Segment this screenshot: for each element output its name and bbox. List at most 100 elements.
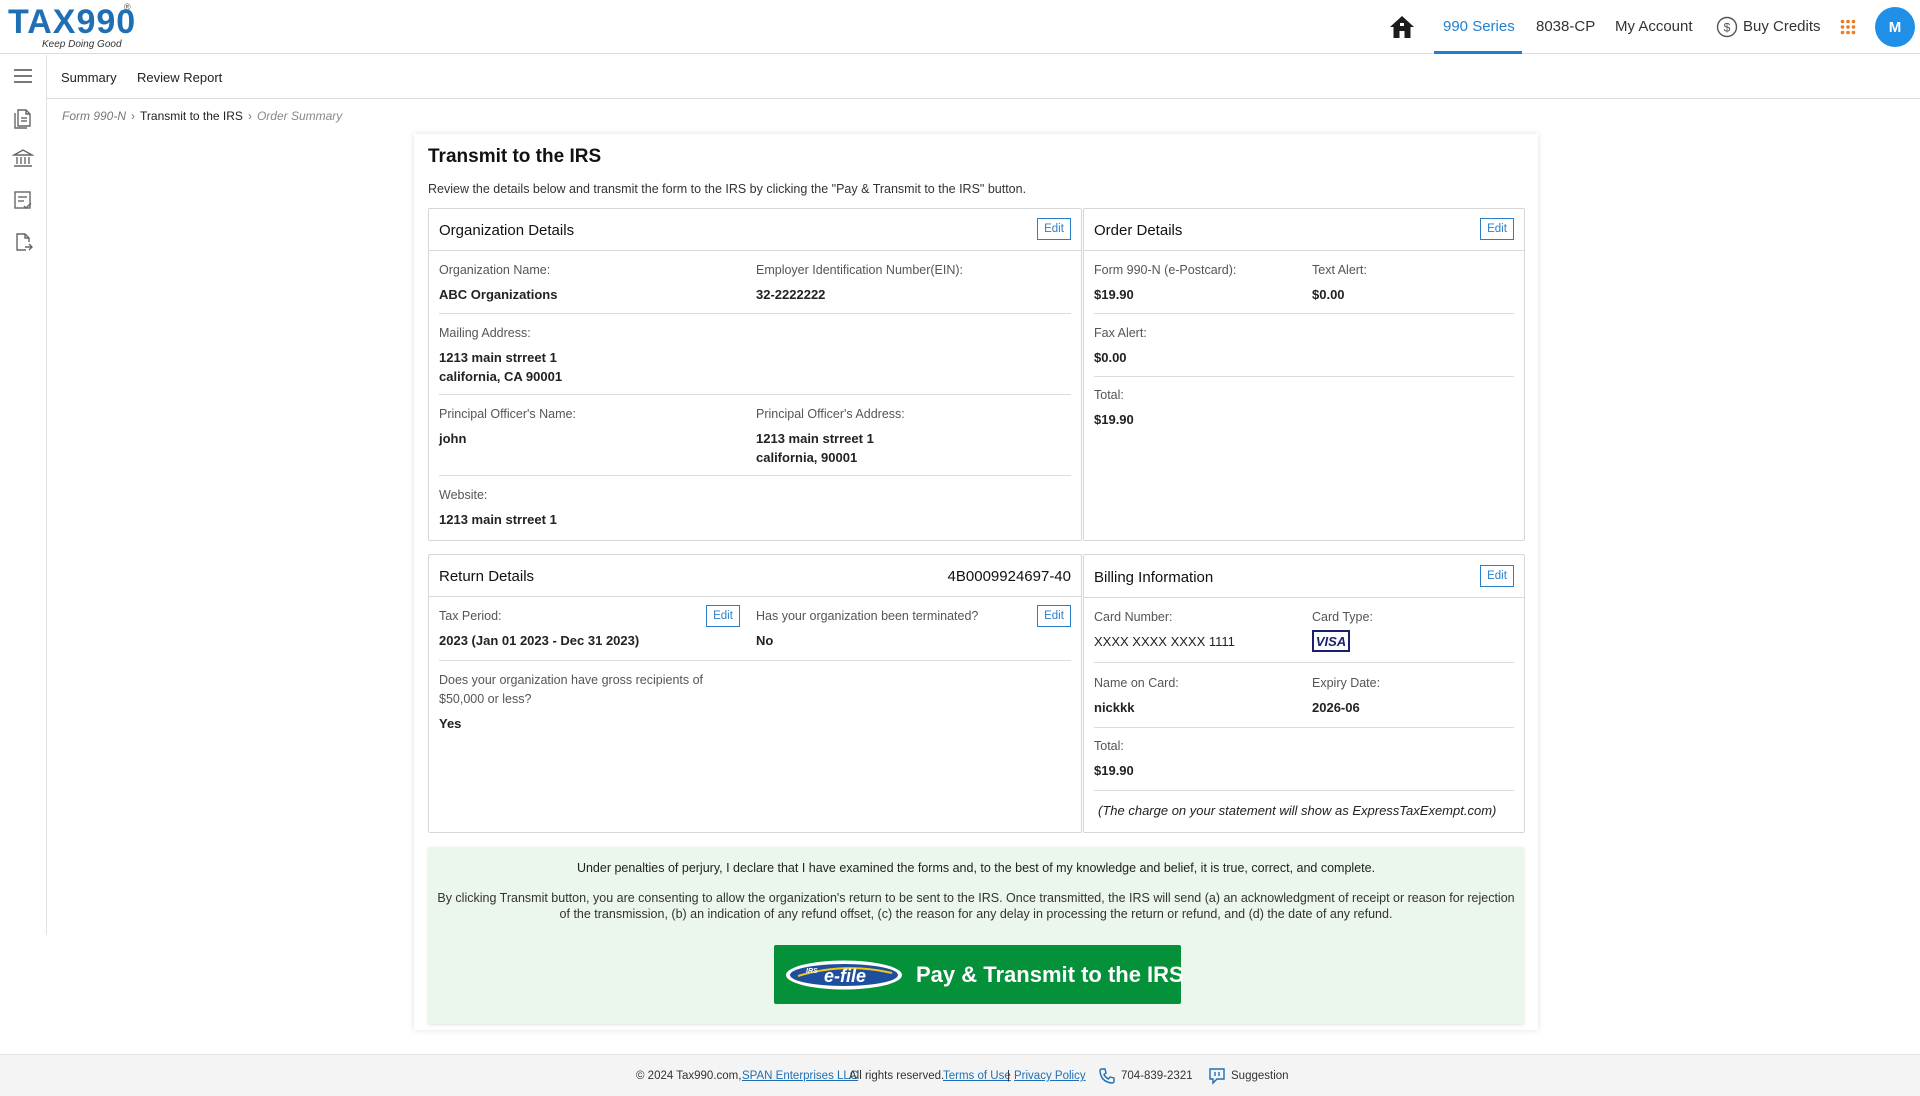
text-alert-price: $0.00 [1312,287,1345,302]
ein-label: Employer Identification Number(EIN): [756,263,964,277]
document-icon[interactable] [12,107,34,129]
officer-name-value: john [439,431,467,446]
website-value: 1213 main strreet 1 [439,512,557,527]
divider [429,250,1081,251]
ein-value: 32-2222222 [756,287,826,302]
edit-organization-button[interactable]: Edit [1037,218,1071,240]
tax-period-label: Tax Period: [439,609,502,623]
edit-billing-button[interactable]: Edit [1480,565,1514,587]
footer-copyright: © 2024 Tax990.com, [636,1070,742,1082]
efile-badge-small: IRS [806,968,818,975]
mailing-address-label: Mailing Address: [439,326,531,340]
breadcrumb-order-summary: Order Summary [256,109,343,123]
divider [429,596,1081,597]
form-990n-label: Form 990-N (e-Postcard): [1094,263,1237,277]
form-990n-price: $19.90 [1094,287,1134,302]
divider [1094,727,1514,728]
footer-suggestion[interactable]: Suggestion [1231,1070,1289,1082]
officer-address-line2: california, 90001 [756,450,858,465]
website-label: Website: [439,488,488,502]
page-title: Transmit to the IRS [428,146,602,167]
gross-receipts-label-line2: $50,000 or less? [439,692,532,706]
menu-icon[interactable] [12,65,34,87]
page-intro: Review the details below and transmit th… [428,182,1027,196]
tax-period-value: 2023 (Jan 01 2023 - Dec 31 2023) [439,633,640,648]
svg-text:$: $ [1724,21,1731,35]
sub-navigation: Summary Review Report [47,55,1920,99]
checklist-icon[interactable] [12,189,34,211]
visa-card-icon: VISA [1312,630,1350,652]
officer-address-line1: 1213 main strreet 1 [756,431,874,446]
breadcrumb-chevron-icon: › [247,109,252,123]
file-export-icon[interactable] [12,231,34,253]
expiry-date-label: Expiry Date: [1312,676,1381,690]
divider [1084,250,1524,251]
divider [1094,376,1514,377]
fax-alert-price: $0.00 [1094,350,1127,365]
logo-registered-mark: ® [124,2,131,12]
tax990-logo[interactable]: TAX990 ® Keep Doing Good [8,2,137,50]
org-name-label: Organization Name: [439,263,551,277]
mailing-address-line1: 1213 main strreet 1 [439,350,557,365]
bank-icon[interactable] [12,147,34,169]
nav-8038-cp[interactable]: 8038-CP [1536,18,1595,35]
footer: © 2024 Tax990.com, SPAN Enterprises LLC … [0,1054,1920,1096]
order-details-panel: Order Details Edit Form 990-N (e-Postcar… [1083,208,1525,541]
footer-terms-link[interactable]: Terms of Use [943,1070,1011,1082]
billing-information-panel: Billing Information Edit Card Number: XX… [1083,554,1525,833]
gross-receipts-value: Yes [439,716,462,731]
gross-receipts-label-line1: Does your organization have gross recipi… [439,673,704,687]
nav-buy-credits[interactable]: Buy Credits [1743,18,1821,35]
suggestion-icon [1209,1068,1225,1085]
name-on-card-label: Name on Card: [1094,676,1179,690]
perjury-declaration: Under penalties of perjury, I declare th… [576,861,1376,875]
order-total-value: $19.90 [1094,412,1134,427]
card-number-value: XXXX XXXX XXXX 1111 [1094,634,1235,649]
order-total-label: Total: [1094,388,1124,402]
divider [439,394,1071,395]
subnav-summary[interactable]: Summary [61,70,117,85]
nav-my-account[interactable]: My Account [1615,18,1693,35]
footer-phone[interactable]: 704-839-2321 [1121,1070,1193,1082]
active-nav-indicator [1434,51,1522,54]
breadcrumb-chevron-icon: › [131,109,136,123]
panel-title: Return Details [439,568,535,585]
divider [439,475,1071,476]
mailing-address-line2: california, CA 90001 [439,369,563,384]
top-header: TAX990 ® Keep Doing Good 990 Series 8038… [0,0,1920,54]
dollar-coin-icon[interactable]: $ [1716,16,1738,38]
home-icon[interactable] [1388,14,1416,40]
billing-total-label: Total: [1094,739,1124,753]
irs-efile-logo-icon: IRS e-file [786,960,902,990]
edit-terminated-button[interactable]: Edit [1037,605,1071,627]
pay-transmit-button[interactable]: IRS e-file Pay & Transmit to the IRS [774,945,1184,1004]
return-details-panel: Return Details 4B0009924697-40 Tax Perio… [428,554,1082,833]
user-avatar[interactable]: M [1875,7,1915,47]
edit-order-button[interactable]: Edit [1480,218,1514,240]
panel-title: Order Details [1094,222,1183,239]
card-number-label: Card Number: [1094,610,1173,624]
breadcrumb: Form 990-N › Transmit to the IRS › Order Sum… [62,109,342,123]
footer-company-link[interactable]: SPAN Enterprises LLC [742,1070,858,1082]
statement-note: (The charge on your statement will show … [1098,803,1497,818]
logo-text: TAX990 [8,3,137,41]
organization-details-panel: Organization Details Edit Organization N… [428,208,1082,541]
apps-grid-icon[interactable] [1840,19,1856,35]
expiry-date-value: 2026-06 [1312,700,1360,715]
nav-990-series[interactable]: 990 Series [1443,18,1515,35]
text-alert-label: Text Alert: [1312,263,1367,277]
logo-tagline: Keep Doing Good [42,39,122,50]
footer-divider: | [1007,1070,1010,1082]
org-name-value: ABC Organizations [439,287,558,302]
breadcrumb-form-990n[interactable]: Form 990-N [62,109,126,123]
panel-title: Organization Details [439,222,575,239]
edit-tax-period-button[interactable]: Edit [706,605,740,627]
footer-rights: All rights reserved. [849,1070,945,1082]
divider [439,660,1071,661]
billing-total-value: $19.90 [1094,763,1134,778]
return-id: 4B0009924697-40 [947,568,1071,585]
footer-privacy-link[interactable]: Privacy Policy [1014,1070,1086,1082]
breadcrumb-transmit[interactable]: Transmit to the IRS [140,109,243,123]
subnav-review-report[interactable]: Review Report [137,70,222,85]
name-on-card-value: nickkk [1094,700,1135,715]
